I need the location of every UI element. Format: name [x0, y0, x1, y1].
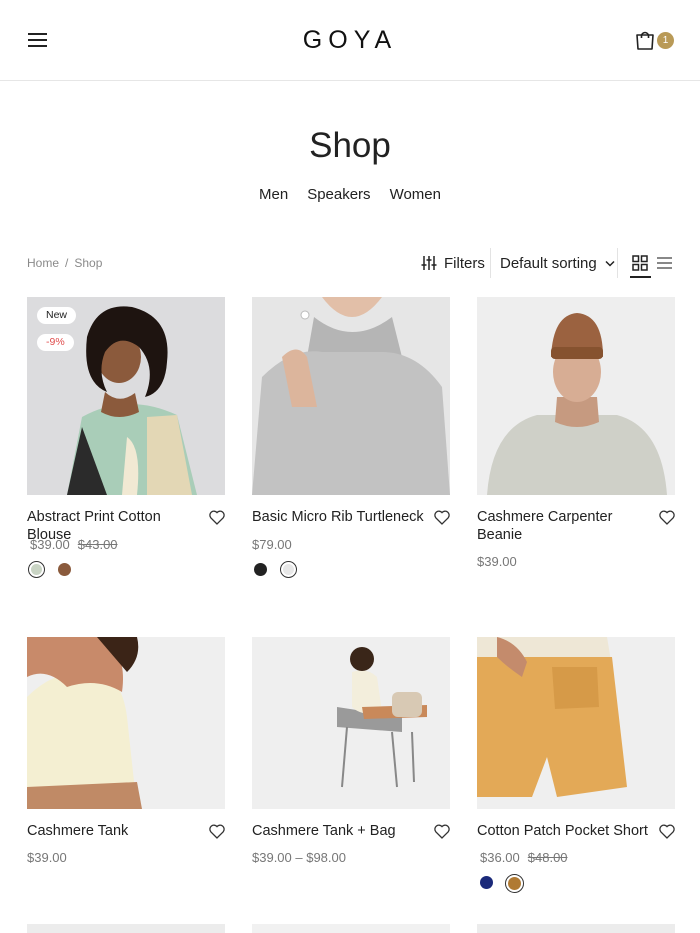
product-image[interactable]: New -9%	[27, 297, 225, 495]
site-header: GOYA 1	[0, 0, 700, 81]
color-swatch[interactable]	[280, 561, 297, 578]
breadcrumb-home[interactable]: Home	[27, 256, 59, 270]
category-nav: Men Speakers Women	[0, 186, 700, 203]
product-price: $39.00	[27, 850, 67, 865]
filters-label: Filters	[444, 254, 485, 272]
site-logo[interactable]: GOYA	[0, 26, 700, 55]
product-photo	[477, 297, 675, 495]
color-swatch[interactable]	[505, 874, 524, 893]
wishlist-heart-icon[interactable]	[434, 824, 450, 839]
current-price: $36.00	[480, 850, 520, 865]
toolbar-divider	[617, 248, 618, 278]
product-image[interactable]	[27, 924, 225, 933]
breadcrumb-current: Shop	[74, 256, 103, 270]
cart-icon[interactable]	[634, 30, 656, 52]
wishlist-heart-icon[interactable]	[659, 510, 675, 525]
wishlist-heart-icon[interactable]	[659, 824, 675, 839]
list-view-icon[interactable]	[657, 256, 672, 270]
category-link-women[interactable]: Women	[390, 186, 441, 203]
new-badge: New	[37, 307, 77, 324]
product-image[interactable]	[477, 297, 675, 495]
old-price: $43.00	[77, 537, 118, 552]
product-price: $79.00	[252, 537, 292, 552]
product-image[interactable]	[252, 924, 450, 933]
product-image[interactable]	[477, 924, 675, 933]
current-price: $39.00	[27, 850, 67, 865]
category-link-speakers[interactable]: Speakers	[307, 186, 370, 203]
color-swatch[interactable]	[478, 874, 495, 891]
sorting-label: Default sorting	[500, 254, 597, 272]
product-price: $39.00 – $98.00	[252, 850, 346, 865]
toolbar-divider	[490, 248, 491, 278]
page-title: Shop	[309, 126, 391, 165]
filters-button[interactable]: Filters	[421, 253, 485, 273]
wishlist-heart-icon[interactable]	[209, 824, 225, 839]
color-swatch[interactable]	[28, 561, 45, 578]
wishlist-heart-icon[interactable]	[434, 510, 450, 525]
sorting-select[interactable]: Default sorting	[500, 253, 615, 273]
current-price: $39.00	[30, 537, 70, 552]
current-price: $79.00	[252, 537, 292, 552]
wishlist-heart-icon[interactable]	[209, 510, 225, 525]
product-image[interactable]	[252, 297, 450, 495]
product-photo	[477, 637, 675, 809]
product-image[interactable]	[252, 637, 450, 809]
product-name[interactable]: Cashmere Tank + Bag	[252, 822, 427, 840]
grid-view-icon[interactable]	[632, 255, 648, 271]
product-image[interactable]	[477, 637, 675, 809]
product-name[interactable]: Cotton Patch Pocket Short	[477, 822, 652, 840]
product-photo	[27, 297, 225, 495]
old-price: $48.00	[527, 850, 568, 865]
product-price: $36.00 $48.00	[480, 850, 568, 865]
sale-badge: -9%	[37, 334, 74, 351]
chevron-down-icon	[605, 260, 615, 267]
product-photo	[252, 297, 450, 495]
filters-icon	[421, 256, 437, 270]
active-view-indicator	[630, 276, 651, 278]
breadcrumb-separator: /	[65, 256, 69, 270]
cart-count-badge: 1	[657, 32, 674, 49]
color-swatch[interactable]	[252, 561, 269, 578]
product-photo	[27, 637, 225, 809]
product-name[interactable]: Cashmere Carpenter Beanie	[477, 508, 637, 544]
product-name[interactable]: Basic Micro Rib Turtleneck	[252, 508, 427, 526]
color-swatch[interactable]	[56, 561, 73, 578]
current-price: $39.00	[477, 554, 517, 569]
product-price: $39.00 $43.00	[30, 537, 118, 552]
product-name[interactable]: Cashmere Tank	[27, 822, 202, 840]
current-price: $39.00 – $98.00	[252, 850, 346, 865]
breadcrumb: Home / Shop	[27, 256, 102, 270]
product-photo	[252, 637, 450, 809]
product-image[interactable]	[27, 637, 225, 809]
category-link-men[interactable]: Men	[259, 186, 288, 203]
product-price: $39.00	[477, 554, 517, 569]
